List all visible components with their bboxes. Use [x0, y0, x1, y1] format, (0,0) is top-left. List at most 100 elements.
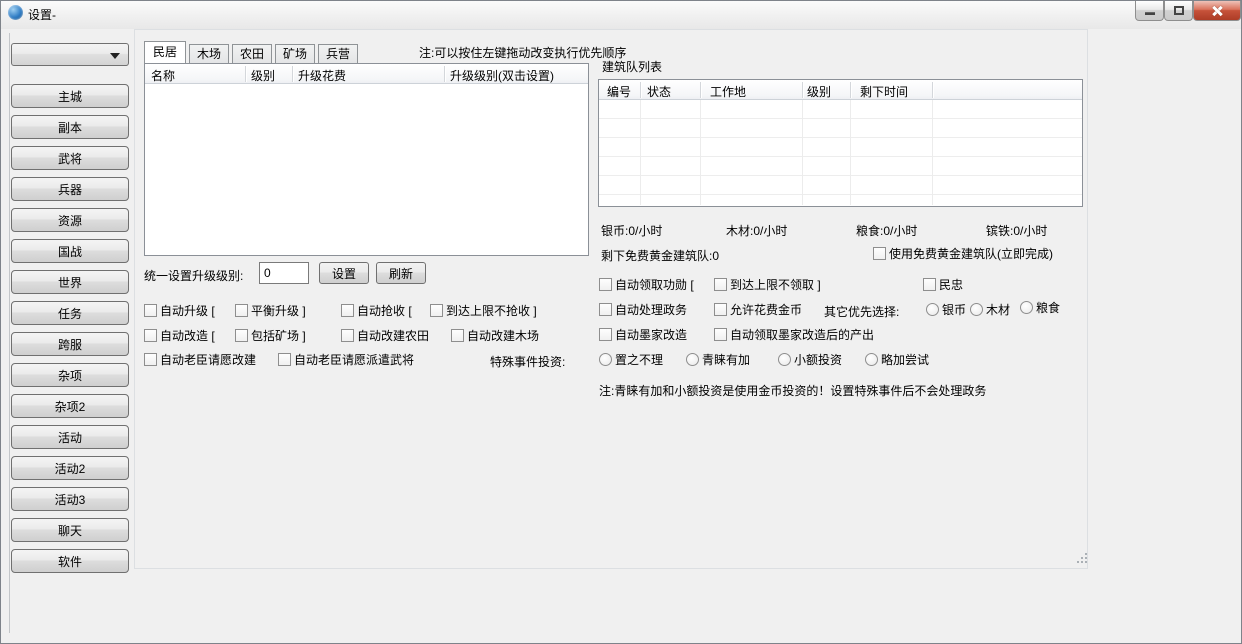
sidebar-item-misc2[interactable]: 杂项2: [11, 394, 129, 418]
checkbox-mohist-remodel[interactable]: 自动墨家改造: [599, 327, 687, 342]
checkbox-box-icon: [714, 277, 727, 291]
checkbox-box-icon: [341, 328, 354, 342]
checkbox-box-icon: [430, 303, 443, 317]
radio-favor-event[interactable]: 青睐有加: [686, 352, 750, 367]
sidebar-item-dungeon[interactable]: 副本: [11, 115, 129, 139]
minimize-button[interactable]: [1135, 1, 1164, 21]
radio-priority-food[interactable]: 粮食: [1020, 300, 1060, 315]
tab-mine[interactable]: 矿场: [275, 44, 315, 63]
column-upgrade-cost[interactable]: 升级花费: [298, 67, 346, 84]
column-status[interactable]: 状态: [647, 83, 671, 100]
column-divider: [850, 100, 851, 205]
column-divider: [700, 100, 701, 205]
checkbox-allow-spend-gold[interactable]: 允许花费金币: [714, 302, 802, 317]
column-time-left[interactable]: 剩下时间: [860, 83, 908, 100]
checkbox-box-icon: [278, 352, 291, 366]
sidebar-item-activity2[interactable]: 活动2: [11, 456, 129, 480]
sidebar-item-cross-server[interactable]: 跨服: [11, 332, 129, 356]
checkbox-balanced-upgrade[interactable]: 平衡升级 ]: [235, 303, 306, 318]
checkbox-use-free-gold-queue[interactable]: 使用免费黄金建筑队(立即完成): [873, 246, 1053, 261]
checkbox-box-icon: [341, 303, 354, 317]
sidebar-item-tasks[interactable]: 任务: [11, 301, 129, 325]
checkbox-auto-remodel[interactable]: 自动改造 [: [144, 328, 215, 343]
titlebar[interactable]: 设置-: [1, 1, 1241, 29]
set-button[interactable]: 设置: [319, 262, 369, 284]
tab-residence[interactable]: 民居: [144, 41, 186, 63]
sidebar-item-nation-war[interactable]: 国战: [11, 239, 129, 263]
header-divider: [640, 82, 641, 98]
checkbox-box-icon: [451, 328, 464, 342]
checkbox-auto-upgrade[interactable]: 自动升级 [: [144, 303, 215, 318]
radio-small-invest[interactable]: 小额投资: [778, 352, 842, 367]
radio-priority-wood[interactable]: 木材: [970, 302, 1010, 317]
sidebar-item-weapons[interactable]: 兵器: [11, 177, 129, 201]
close-icon: [1211, 5, 1223, 17]
checkbox-elder-petition-rebuild[interactable]: 自动老臣请愿改建: [144, 352, 256, 367]
resize-grip-icon[interactable]: [1077, 561, 1079, 563]
checkbox-auto-handle-affairs[interactable]: 自动处理政务: [599, 302, 687, 317]
sidebar-item-software[interactable]: 软件: [11, 549, 129, 573]
radio-try-a-little[interactable]: 略加尝试: [865, 352, 929, 367]
refresh-button[interactable]: 刷新: [376, 262, 426, 284]
queue-table: 编号 状态 工作地 级别 剩下时间: [598, 79, 1083, 207]
buildings-table-header: 名称 级别 升级花费 升级级别(双击设置): [145, 64, 588, 84]
queue-table-header: 编号 状态 工作地 级别 剩下时间: [599, 80, 1082, 100]
checkbox-box-icon: [923, 277, 936, 291]
column-number[interactable]: 编号: [607, 83, 631, 100]
column-name[interactable]: 名称: [151, 67, 175, 84]
level-input[interactable]: [259, 262, 309, 284]
column-level[interactable]: 级别: [807, 83, 831, 100]
checkbox-rebuild-farm[interactable]: 自动改建农田: [341, 328, 429, 343]
checkbox-auto-collect-merit[interactable]: 自动领取功勋 [: [599, 277, 694, 292]
free-gold-queue-remaining: 剩下免费黄金建筑队:0: [601, 249, 720, 263]
checkbox-no-harvest-at-cap[interactable]: 到达上限不抢收 ]: [430, 303, 537, 318]
checkbox-auto-harvest[interactable]: 自动抢收 [: [341, 303, 412, 318]
header-divider: [700, 82, 701, 98]
header-divider: [292, 66, 293, 82]
sidebar-item-resources[interactable]: 资源: [11, 208, 129, 232]
column-level[interactable]: 级别: [251, 67, 275, 84]
tab-farm[interactable]: 农田: [232, 44, 272, 63]
sidebar-item-activity3[interactable]: 活动3: [11, 487, 129, 511]
maximize-button[interactable]: [1164, 1, 1193, 21]
column-divider: [932, 100, 933, 205]
checkbox-no-collect-at-cap[interactable]: 到达上限不领取 ]: [714, 277, 821, 292]
iron-rate: 镔铁:0/小时: [986, 224, 1048, 238]
column-target-level[interactable]: 升级级别(双击设置): [450, 67, 554, 84]
sidebar-item-activity[interactable]: 活动: [11, 425, 129, 449]
radio-circle-icon: [1020, 300, 1033, 314]
app-globe-icon: [8, 5, 23, 20]
checkbox-box-icon: [873, 246, 886, 260]
header-divider: [932, 82, 933, 98]
sidebar-item-generals[interactable]: 武将: [11, 146, 129, 170]
radio-circle-icon: [778, 352, 791, 366]
close-button[interactable]: [1193, 1, 1241, 21]
radio-ignore-event[interactable]: 置之不理: [599, 352, 663, 367]
minimize-icon: [1145, 12, 1155, 15]
checkbox-box-icon: [599, 302, 612, 316]
sidebar-divider: [9, 33, 10, 633]
radio-priority-silver[interactable]: 银币: [926, 302, 966, 317]
sidebar-item-main-city[interactable]: 主城: [11, 84, 129, 108]
priority-label: 其它优先选择:: [824, 305, 900, 319]
sidebar-item-misc[interactable]: 杂项: [11, 363, 129, 387]
tab-lumber[interactable]: 木场: [189, 44, 229, 63]
checkbox-rebuild-lumber[interactable]: 自动改建木场: [451, 328, 539, 343]
food-rate: 粮食:0/小时: [856, 224, 918, 238]
buildings-table: 名称 级别 升级花费 升级级别(双击设置): [144, 63, 589, 256]
sidebar-item-chat[interactable]: 聊天: [11, 518, 129, 542]
checkbox-civil-loyalty[interactable]: 民忠: [923, 277, 963, 292]
column-divider: [802, 100, 803, 205]
sidebar: 主城 副本 武将 兵器 资源 国战 世界 任务 跨服 杂项 杂项2 活动 活动2…: [11, 84, 129, 573]
account-dropdown[interactable]: [11, 43, 129, 66]
column-worksite[interactable]: 工作地: [710, 83, 746, 100]
window-title: 设置-: [28, 8, 56, 22]
checkbox-collect-mohist-output[interactable]: 自动领取墨家改造后的产出: [714, 327, 874, 342]
checkbox-box-icon: [144, 352, 157, 366]
sidebar-item-world[interactable]: 世界: [11, 270, 129, 294]
tab-barracks[interactable]: 兵营: [318, 44, 358, 63]
special-event-label: 特殊事件投资:: [490, 355, 566, 369]
checkbox-elder-petition-dispatch[interactable]: 自动老臣请愿派遣武将: [278, 352, 414, 367]
settings-window: 设置- 主城 副本 武将 兵器 资源 国战 世界 任务 跨服 杂项 杂项2 活动…: [0, 0, 1242, 644]
checkbox-include-mine[interactable]: 包括矿场 ]: [235, 328, 306, 343]
